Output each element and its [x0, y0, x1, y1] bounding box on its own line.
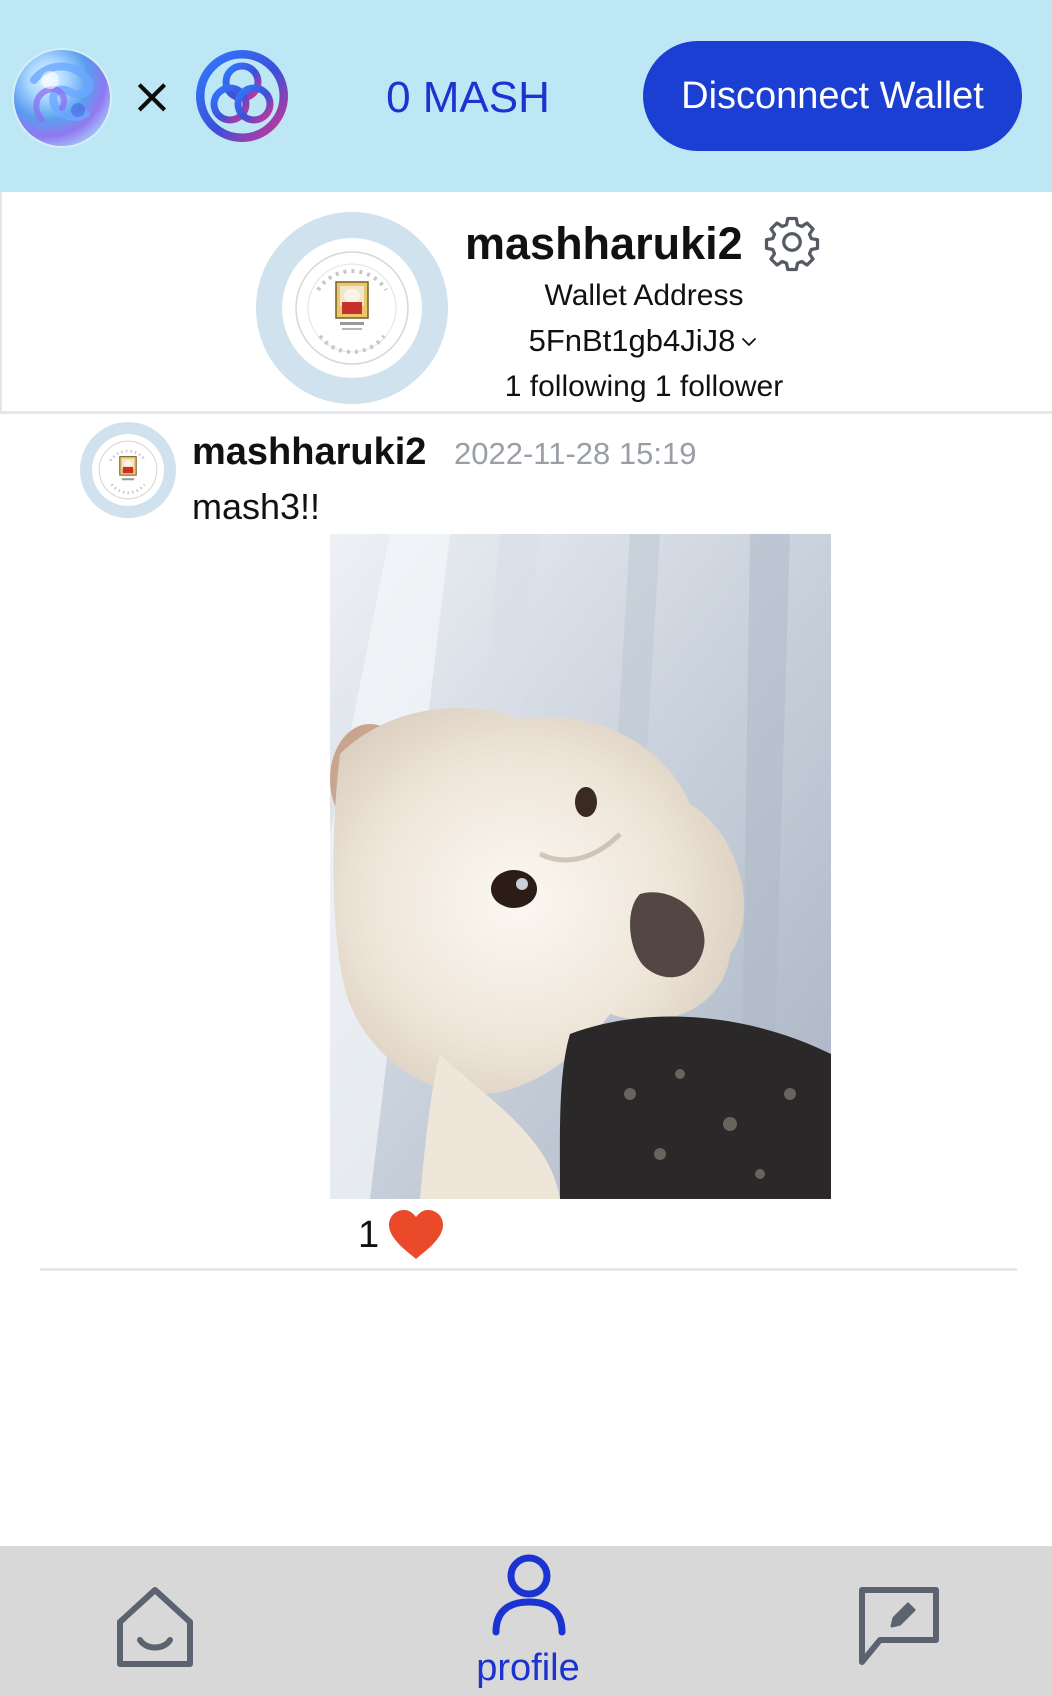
heart-icon[interactable]	[387, 1208, 445, 1262]
post-image	[330, 534, 831, 1199]
nav-profile[interactable]: profile	[466, 1554, 590, 1696]
separator-times: ×	[131, 67, 173, 125]
wallet-address-label: Wallet Address	[544, 279, 744, 312]
user-icon	[490, 1554, 568, 1638]
profile-section: mashharuki2 Wallet Address 5FnBt1gb4JiJ8…	[0, 192, 1052, 414]
mash-project-badge-icon	[282, 238, 422, 378]
post-divider	[40, 1268, 1017, 1271]
bottom-nav: profile	[0, 1546, 1052, 1696]
wallet-address-value: 5FnBt1gb4JiJ8	[528, 323, 736, 358]
trefoil-knot-logo-icon[interactable]	[196, 50, 288, 142]
post-username[interactable]: mashharuki2	[192, 428, 452, 476]
app-root: × 0 MASH Disconnect Wallet mashharuki2 W…	[0, 0, 1052, 1696]
mash-project-badge-icon	[92, 434, 164, 506]
follow-stats[interactable]: 1 following 1 follower	[454, 366, 834, 408]
top-header: × 0 MASH Disconnect Wallet	[0, 0, 1052, 192]
post-text: mash3!!	[192, 486, 321, 527]
white-dog-photo	[330, 534, 831, 1199]
like-count: 1	[358, 1214, 380, 1256]
wallet-address-dropdown[interactable]: 5FnBt1gb4JiJ8	[484, 320, 804, 362]
post-timestamp: 2022-11-28 15:19	[454, 436, 697, 471]
post-card: mashharuki2 2022-11-28 15:19 mash3!! 1	[0, 414, 1052, 1272]
profile-username: mashharuki2	[465, 218, 743, 269]
post-avatar[interactable]	[80, 422, 176, 518]
nav-profile-label: profile	[476, 1647, 580, 1689]
chevron-down-icon	[739, 332, 759, 352]
home-icon[interactable]	[112, 1584, 198, 1670]
profile-avatar	[256, 212, 448, 404]
mash-swirl-logo-icon[interactable]	[14, 50, 110, 146]
mash-balance: 0 MASH	[386, 73, 550, 122]
like-row: 1	[358, 1208, 445, 1262]
edit-message-icon[interactable]	[856, 1584, 942, 1668]
disconnect-wallet-button[interactable]: Disconnect Wallet	[643, 41, 1022, 151]
gear-icon[interactable]	[762, 212, 822, 272]
